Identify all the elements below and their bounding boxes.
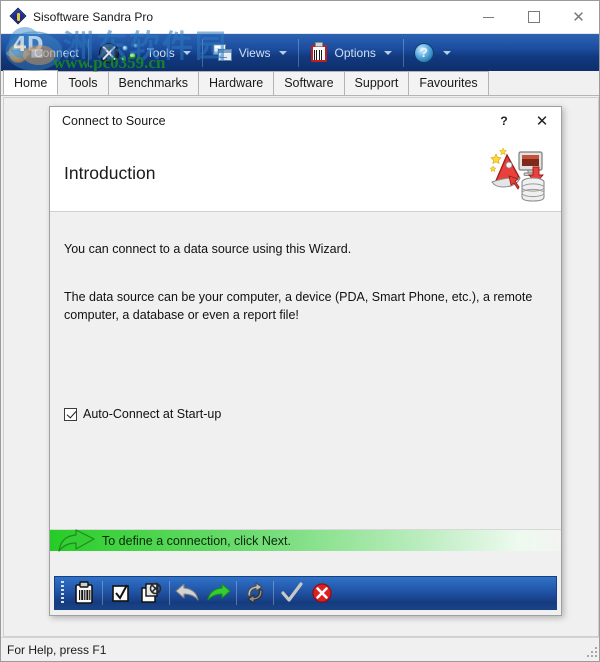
tab-support[interactable]: Support — [343, 71, 410, 95]
toolbar-label-connect: Connect — [34, 45, 79, 60]
globe-connect-icon — [6, 42, 30, 64]
dialog-title: Connect to Source — [62, 114, 166, 128]
stacked-windows-icon — [212, 42, 234, 64]
help-question-icon: ? — [413, 42, 435, 64]
toolbar-item-tools[interactable]: Tools — [92, 34, 199, 71]
toolbar-separator — [402, 38, 404, 67]
ok-button[interactable] — [277, 578, 307, 608]
dialog-help-button[interactable]: ? — [485, 107, 523, 135]
page-cancel-icon — [141, 582, 162, 603]
toolbar-item-help[interactable]: ? — [407, 34, 459, 71]
sandra-diamond-icon — [9, 7, 27, 25]
minimize-button[interactable] — [466, 1, 511, 34]
close-button[interactable]: ✕ — [556, 1, 599, 34]
red-cancel-icon — [312, 583, 332, 603]
dialog-toolbar — [54, 576, 557, 610]
dialog-title-bar: Connect to Source ? ✕ — [50, 107, 561, 135]
toolbar-separator — [297, 38, 299, 67]
tab-benchmarks[interactable]: Benchmarks — [107, 71, 200, 95]
report-button[interactable] — [69, 578, 99, 608]
cancel-button[interactable] — [307, 578, 337, 608]
green-next-arrow-icon — [58, 529, 95, 552]
next-arrow-icon — [207, 583, 231, 601]
auto-connect-checkbox-row[interactable]: Auto-Connect at Start-up — [64, 407, 221, 421]
window-controls: ✕ — [466, 1, 599, 34]
refresh-arrows-icon — [247, 582, 263, 604]
connect-to-source-dialog: Connect to Source ? ✕ Introduction You c… — [49, 106, 562, 616]
chevron-down-icon-help[interactable] — [442, 50, 451, 55]
back-arrow-icon — [175, 583, 199, 601]
status-text: For Help, press F1 — [7, 642, 107, 657]
clipboard-barcode-icon — [308, 41, 330, 64]
select-all-button[interactable] — [106, 578, 136, 608]
toolbar-item-views[interactable]: Views — [206, 34, 295, 71]
toolbar-separator — [169, 581, 170, 605]
next-button[interactable] — [203, 578, 233, 608]
toolbar-separator — [236, 581, 237, 605]
toolbar-label-options: Options — [334, 45, 376, 60]
intro-paragraph-1: You can connect to a data source using t… — [64, 242, 352, 256]
checkmark-icon — [281, 582, 303, 602]
back-button[interactable] — [173, 578, 203, 608]
auto-connect-label: Auto-Connect at Start-up — [83, 407, 222, 421]
dialog-heading: Introduction — [64, 162, 156, 183]
resize-grip[interactable] — [585, 645, 599, 659]
clipboard-barcode-icon — [75, 581, 93, 604]
toolbar-separator — [102, 581, 103, 605]
hint-spacer — [50, 551, 561, 576]
hint-bar: To define a connection, click Next. — [50, 529, 561, 552]
title-bar: Sisoftware Sandra Pro ✕ — [1, 1, 599, 34]
dialog-body: You can connect to a data source using t… — [50, 212, 561, 529]
status-bar: For Help, press F1 — [1, 637, 599, 661]
main-toolbar: Connect Tools Views Options ? — [1, 34, 599, 71]
application-window: Sisoftware Sandra Pro ✕ Connect Tools Vi… — [0, 0, 600, 662]
tab-strip: Home Tools Benchmarks Hardware Software … — [1, 70, 599, 96]
toolbar-label-tools: Tools — [146, 45, 175, 60]
tab-tools[interactable]: Tools — [57, 71, 109, 95]
toolbar-separator — [201, 38, 203, 67]
dialog-header: Introduction — [50, 135, 561, 212]
intro-paragraph-2: The data source can be your computer, a … — [64, 290, 533, 323]
maximize-button[interactable] — [511, 1, 556, 34]
checkbox-checked-icon — [112, 584, 129, 602]
crossed-tools-icon — [98, 42, 120, 64]
chevron-down-icon-views[interactable] — [278, 50, 287, 55]
molecule-icon — [120, 42, 142, 64]
tab-home[interactable]: Home — [3, 70, 59, 95]
toolbar-separator — [273, 581, 274, 605]
chevron-down-icon-tools[interactable] — [182, 50, 191, 55]
deselect-button[interactable] — [136, 578, 166, 608]
auto-connect-checkbox[interactable] — [64, 407, 77, 421]
toolbar-item-options[interactable]: Options — [302, 34, 400, 71]
chevron-down-icon-options[interactable] — [383, 50, 392, 55]
tab-software[interactable]: Software — [273, 71, 345, 95]
toolbar-label-views: Views — [238, 45, 271, 60]
refresh-button[interactable] — [240, 578, 270, 608]
tab-favourites[interactable]: Favourites — [408, 71, 489, 95]
dialog-caption-buttons: ? ✕ — [485, 107, 561, 135]
window-title: Sisoftware Sandra Pro — [33, 10, 154, 24]
toolbar-item-connect[interactable]: Connect — [1, 34, 85, 71]
tab-hardware[interactable]: Hardware — [198, 71, 275, 95]
dialog-close-button[interactable]: ✕ — [523, 107, 561, 135]
toolbar-grip[interactable] — [61, 581, 64, 605]
wizard-hat-monitor-database-icon — [489, 147, 545, 202]
toolbar-separator — [87, 38, 89, 67]
